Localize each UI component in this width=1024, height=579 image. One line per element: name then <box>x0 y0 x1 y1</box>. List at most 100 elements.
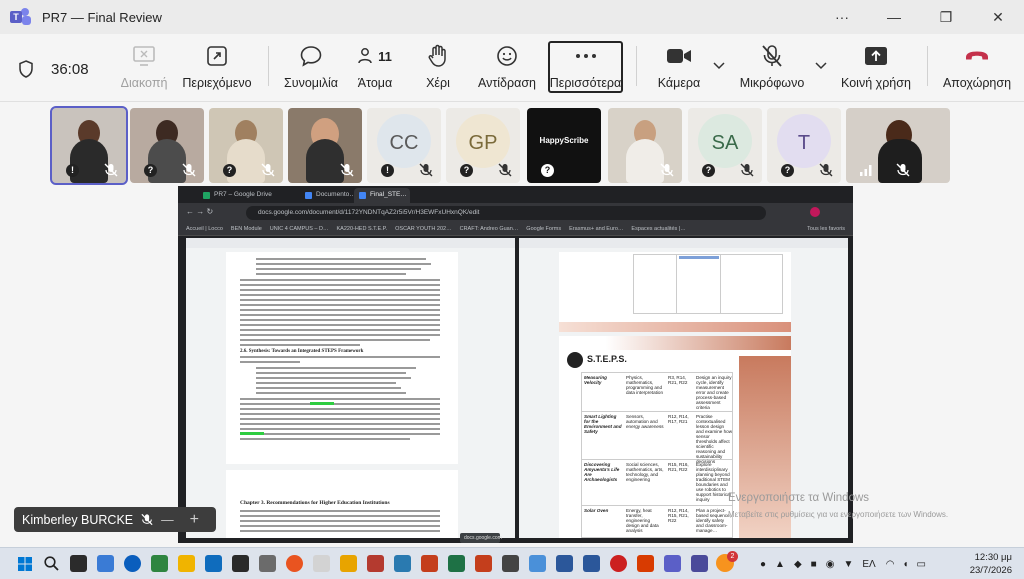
bookmark[interactable]: OSCAR YOUTH 202… <box>395 226 451 232</box>
tray-icon[interactable]: ▲ <box>775 559 785 570</box>
participant-tile[interactable]: ? <box>209 108 283 183</box>
wifi-icon[interactable]: ◠ <box>886 559 895 570</box>
app-icon[interactable] <box>340 555 357 572</box>
people-button[interactable]: 11 Άτομα <box>352 42 398 96</box>
leave-button[interactable]: Αποχώρηση <box>940 42 1014 96</box>
tray-icon[interactable]: ● <box>760 559 766 570</box>
table-cell: R12, R14, R17, R21 <box>668 414 689 424</box>
camera-options-chevron-icon[interactable] <box>713 62 725 70</box>
language-indicator[interactable]: ΕΛ <box>862 559 875 570</box>
raise-hand-button[interactable]: Χέρι <box>420 42 456 96</box>
participant-tile[interactable]: CC ! <box>367 108 441 183</box>
chat-button[interactable]: Συνομιλία <box>282 42 340 96</box>
word-icon[interactable] <box>583 555 600 572</box>
left-document[interactable]: 2.6. Synthesis: Towards an Integrated ST… <box>186 238 515 538</box>
browser-tab[interactable]: Documento… <box>300 188 356 203</box>
participant-tile[interactable] <box>288 108 362 183</box>
clock[interactable]: 12:30 μμ 23/7/2026 <box>970 551 1012 577</box>
more-button-content[interactable]: Περισσότερα <box>548 42 623 96</box>
bookmark[interactable]: CRAFT: Andreo Guan… <box>460 226 519 232</box>
bookmark[interactable]: Tous les favoris <box>807 226 845 232</box>
window-title: PR7 — Final Review <box>42 9 162 25</box>
app-icon[interactable] <box>529 555 546 572</box>
profile-avatar[interactable] <box>810 207 820 217</box>
teams-icon[interactable] <box>664 555 681 572</box>
emoji-icon <box>497 46 517 66</box>
bookmark[interactable]: Erasmus+ and Euro… <box>569 226 623 232</box>
microphone-button[interactable]: Μικρόφωνο <box>736 42 808 96</box>
firefox-icon[interactable] <box>286 555 303 572</box>
app-icon[interactable] <box>232 555 249 572</box>
task-view-icon[interactable] <box>70 555 87 572</box>
participant-tile[interactable] <box>608 108 682 183</box>
word-icon[interactable] <box>556 555 573 572</box>
restore-button[interactable]: ❐ <box>920 0 972 34</box>
windows-start-icon[interactable] <box>18 557 32 571</box>
participant-tile[interactable] <box>846 108 950 183</box>
tray-icon[interactable]: ■ <box>811 559 817 570</box>
tray-icon[interactable]: ◆ <box>794 559 802 570</box>
file-explorer-icon[interactable] <box>178 555 195 572</box>
app-icon[interactable] <box>394 555 411 572</box>
mic-muted-icon <box>141 513 153 526</box>
zoom-out-icon[interactable]: — <box>161 513 174 527</box>
participant-tile[interactable]: ! <box>50 106 128 185</box>
zoom-in-icon[interactable]: + <box>190 511 199 529</box>
participant-tile[interactable]: SA ? <box>688 108 762 183</box>
edge-icon[interactable] <box>124 555 141 572</box>
react-button[interactable]: Αντίδραση <box>475 42 539 96</box>
table-cell: Physics, mathematics, programming and da… <box>626 375 664 395</box>
participant-tile[interactable]: HappyScribe ? <box>527 108 601 183</box>
shared-screen[interactable]: PR7 – Google Drive Documento… Final_STE…… <box>178 186 853 543</box>
camera-button[interactable]: Κάμερα <box>652 42 706 96</box>
participant-tile[interactable]: T ? <box>767 108 841 183</box>
camera-icon <box>667 49 691 63</box>
stop-button[interactable]: Διακοπή <box>118 42 170 96</box>
bookmark[interactable]: Espaces actualités |… <box>631 226 685 232</box>
browser-tab[interactable]: PR7 – Google Drive <box>198 188 298 203</box>
outlook-icon[interactable] <box>205 555 222 572</box>
app-icon[interactable] <box>502 555 519 572</box>
app-icon[interactable] <box>97 555 114 572</box>
more-options-icon[interactable]: ··· <box>816 0 868 34</box>
participant-tile[interactable]: GP ? <box>446 108 520 183</box>
chat-icon <box>300 46 322 67</box>
bookmark[interactable]: Google Forms <box>526 226 561 232</box>
app-icon[interactable] <box>610 555 627 572</box>
bookmark[interactable]: BEN Module <box>231 226 262 232</box>
app-icon[interactable] <box>151 555 168 572</box>
bookmark[interactable]: KA220-HED S.T.E.P. <box>336 226 387 232</box>
mic-muted-icon <box>182 163 196 177</box>
teams-logo-icon: T <box>10 8 32 26</box>
share-button[interactable]: Κοινή χρήση <box>840 42 912 96</box>
table-cell: Sensors, automation and energy awareness <box>626 414 664 429</box>
volume-icon[interactable]: ◖ <box>902 559 908 570</box>
tray-icon[interactable]: ◉ <box>826 559 835 570</box>
tray-icon[interactable]: ▼ <box>843 559 853 570</box>
app-icon[interactable] <box>637 555 654 572</box>
minimize-button[interactable]: — <box>868 0 920 34</box>
powerpoint-icon[interactable] <box>475 555 492 572</box>
battery-icon[interactable]: ▭ <box>916 559 925 570</box>
app-icon[interactable] <box>313 555 330 572</box>
app-icon[interactable] <box>367 555 384 572</box>
app-icon[interactable] <box>421 555 438 572</box>
bookmark[interactable]: Accueil | Locco <box>186 226 223 232</box>
presenter-name-badge[interactable]: Kimberley BURCKE — + <box>14 507 216 532</box>
content-button[interactable]: Περιεχόμενο <box>180 42 254 96</box>
app-icon[interactable] <box>259 555 276 572</box>
browser-tab-active[interactable]: Final_STE… <box>354 188 410 203</box>
address-bar[interactable]: docs.google.com/document/d/1172YNDNTqAZ2… <box>246 206 766 220</box>
warning-icon: ! <box>66 164 79 177</box>
close-button[interactable]: ✕ <box>972 0 1024 34</box>
warning-icon: ? <box>144 164 157 177</box>
mic-options-chevron-icon[interactable] <box>815 62 827 70</box>
share-label: Κοινή χρήση <box>841 76 911 90</box>
search-icon[interactable] <box>44 556 59 571</box>
mic-muted-icon <box>819 163 833 177</box>
participant-tile[interactable]: ? <box>130 108 204 183</box>
app-icon[interactable] <box>691 555 708 572</box>
table-cell: Solar Oven <box>584 508 609 513</box>
excel-icon[interactable] <box>448 555 465 572</box>
bookmark[interactable]: UNIC 4 CAMPUS – D… <box>270 226 329 232</box>
